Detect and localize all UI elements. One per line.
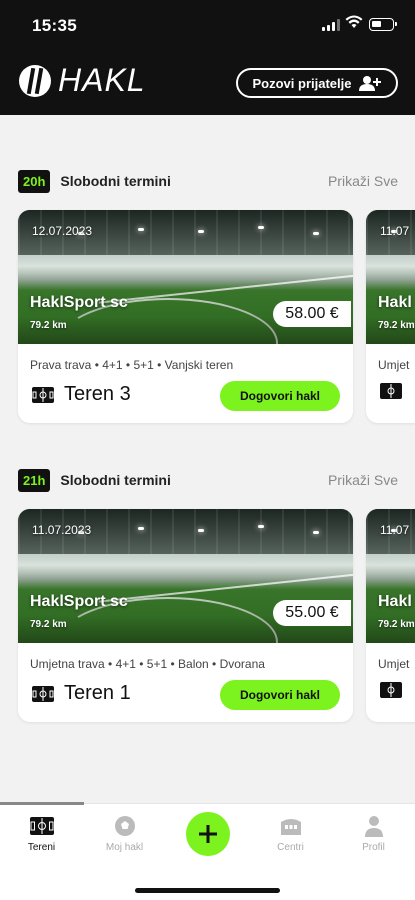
court-card-peek[interactable]: 11.07 Hakl 79.2 km Umjet (366, 509, 415, 722)
venue-distance: 79.2 km (30, 320, 67, 331)
card-date: 11.07.2023 (32, 523, 92, 537)
ball-icon (114, 816, 135, 836)
plus-icon (199, 825, 217, 843)
show-all-link[interactable]: Prikaži Sve (328, 173, 398, 189)
court-name: Teren 1 (64, 682, 131, 704)
court-tags: Prava trava • 4+1 • 5+1 • Vanjski teren (30, 358, 234, 372)
logo-text: HAKL (58, 62, 146, 98)
field-icon (32, 386, 54, 403)
wifi-icon (345, 15, 363, 28)
court-info: Teren 3 (32, 383, 131, 406)
tab-label: Tereni (27, 842, 56, 853)
hour-badge: 21h (18, 468, 51, 492)
tab-moj-hakl[interactable]: Moj hakl (83, 814, 166, 853)
arrange-match-button[interactable]: Dogovori hakl (220, 680, 340, 710)
court-tags: Umjetna trava • 4+1 • 5+1 • Balon • Dvor… (30, 657, 265, 671)
card-date: 11.07 (380, 523, 410, 537)
status-bar: 15:35 (0, 0, 415, 50)
tab-label: Centri (277, 842, 304, 853)
battery-icon (369, 18, 397, 31)
arrange-match-button[interactable]: Dogovori hakl (220, 381, 340, 411)
tab-tereni[interactable]: Tereni (0, 814, 83, 853)
show-all-link[interactable]: Prikaži Sve (328, 472, 398, 488)
venue-distance: 79.2 km (378, 619, 415, 630)
app-header: 15:35 HAKL Pozovi prijatelje (0, 0, 415, 115)
court-card[interactable]: 12.07.2023 HaklSport sc 79.2 km 58.00 € … (18, 210, 353, 423)
venue-name: Hakl (378, 593, 412, 610)
card-date: 11.07 (380, 224, 410, 238)
section-header: 20h Slobodni termini Prikaži Sve (18, 168, 398, 194)
court-card-peek[interactable]: 11.07 Hakl 79.2 km Umjet (366, 210, 415, 423)
tab-label: Moj hakl (105, 842, 144, 853)
app-logo: HAKL (18, 62, 146, 99)
hakl-logo-icon (19, 64, 51, 97)
tab-label: Profil (362, 842, 385, 853)
add-user-icon (359, 76, 382, 91)
bottom-tab-bar: Tereni Moj hakl Centri Profil (0, 802, 415, 900)
field-icon (29, 817, 54, 835)
invite-friends-button[interactable]: Pozovi prijatelje (236, 68, 398, 98)
active-tab-indicator (0, 802, 84, 805)
section-header: 21h Slobodni termini Prikaži Sve (18, 467, 398, 493)
court-tags: Umjet (378, 358, 410, 372)
court-info: Teren 1 (32, 682, 131, 705)
venue-name: HaklSport sc (30, 294, 128, 311)
invite-friends-label: Pozovi prijatelje (252, 75, 352, 91)
court-card[interactable]: 11.07.2023 HaklSport sc 79.2 km 55.00 € … (18, 509, 353, 722)
field-icon (32, 685, 54, 702)
add-button[interactable] (186, 812, 230, 856)
section-title: Slobodni termini (60, 472, 171, 488)
court-tags: Umjet (378, 657, 410, 671)
field-icon (380, 383, 402, 399)
tab-profil[interactable]: Profil (332, 814, 415, 853)
user-icon (364, 816, 383, 837)
venue-name: HaklSport sc (30, 593, 128, 610)
venue-distance: 79.2 km (378, 320, 415, 331)
hour-badge: 20h (18, 169, 51, 193)
venue-name: Hakl (378, 294, 412, 311)
venue-distance: 79.2 km (30, 619, 67, 630)
tab-centri[interactable]: Centri (249, 814, 332, 853)
court-info (380, 682, 402, 698)
price-badge: 58.00 € (273, 301, 351, 327)
price-badge: 55.00 € (273, 600, 351, 626)
status-time: 15:35 (32, 16, 77, 35)
card-date: 12.07.2023 (32, 224, 93, 238)
stadium-icon (280, 819, 301, 835)
home-indicator (135, 888, 280, 893)
court-info (380, 383, 402, 399)
court-name: Teren 3 (64, 383, 131, 405)
section-title: Slobodni termini (60, 173, 171, 189)
cellular-signal-icon (322, 19, 340, 31)
field-icon (380, 682, 402, 698)
